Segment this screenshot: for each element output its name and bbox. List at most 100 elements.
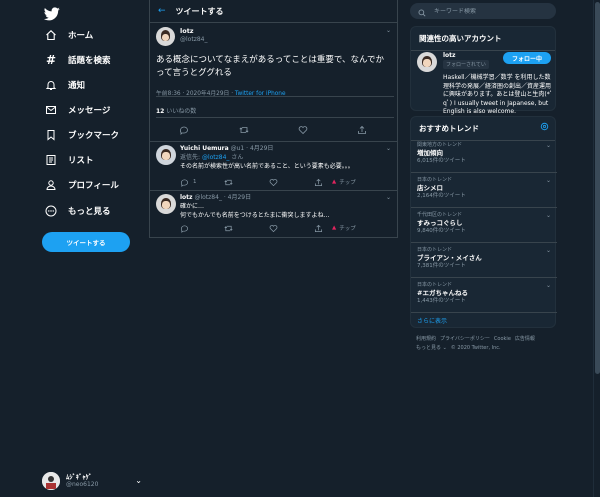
trend-name: 増加傾向 xyxy=(417,149,443,157)
tip-icon: ▲ xyxy=(332,179,337,185)
avatar[interactable] xyxy=(156,145,176,165)
trend-item[interactable]: 日本のトレンド ブライアン・メイさん 7,381件のツイート ⌄ xyxy=(411,243,557,278)
like-icon[interactable] xyxy=(269,177,278,187)
reply-header: lotz @lotz84_ · 4月29日 xyxy=(180,194,392,202)
nav-messages-label: メッセージ xyxy=(68,106,111,116)
chevron-down-icon[interactable]: ⌄ xyxy=(386,27,391,34)
trend-context: 日本のトレンド xyxy=(417,247,453,253)
trend-name: 店シメロ xyxy=(417,184,443,192)
trend-item[interactable]: 日本のトレンド 店シメロ 2,164件のツイート ⌄ xyxy=(411,173,557,208)
chevron-down-icon[interactable]: ⌄ xyxy=(546,177,551,184)
author-handle[interactable]: @u1 xyxy=(231,145,245,152)
nav-home[interactable]: ホーム xyxy=(44,24,93,46)
nav-messages[interactable]: メッセージ xyxy=(44,99,110,121)
nav-notifications[interactable]: 通知 xyxy=(44,74,85,96)
account-name: ﾑｼﾞｷﾞｬｹﾞ xyxy=(66,473,92,481)
reply-to-line: 返信先: @lotz84_ さん xyxy=(180,153,392,162)
like-icon[interactable] xyxy=(269,223,278,233)
chevron-down-icon[interactable]: ⌄ xyxy=(546,142,551,149)
footer-link-terms[interactable]: 利用規約 xyxy=(416,336,436,342)
reply-to-prefix: 返信先: xyxy=(180,154,202,161)
author-name[interactable]: lotz xyxy=(180,194,193,201)
chevron-down-icon[interactable]: ⌄ xyxy=(546,247,551,254)
retweet-icon[interactable] xyxy=(238,124,250,136)
show-more-trends-link[interactable]: さらに表示 xyxy=(417,316,447,325)
reply-icon[interactable]: 1 xyxy=(180,177,197,187)
avatar[interactable] xyxy=(156,194,176,214)
divider xyxy=(156,117,394,118)
trend-item[interactable]: 関東地方のトレンド 増加傾向 6,015件のツイート ⌄ xyxy=(411,138,557,173)
nav-lists[interactable]: リスト xyxy=(44,149,94,171)
hashtag-icon: # xyxy=(45,53,57,67)
trend-name: ブライアン・メイさん xyxy=(417,254,482,262)
divider xyxy=(156,96,394,97)
footer: 利用規約 プライバシーポリシー Cookie 広告情報 もっと見る ⌄ © 2020 T… xyxy=(416,335,556,353)
share-icon[interactable] xyxy=(314,223,323,233)
home-icon xyxy=(44,28,58,42)
like-icon[interactable] xyxy=(297,124,309,136)
divider xyxy=(150,141,397,142)
nav-profile[interactable]: プロフィール xyxy=(44,174,119,196)
main-tweet-actions xyxy=(150,124,397,136)
trend-context: 関東地方のトレンド xyxy=(417,142,463,148)
reply-icon[interactable] xyxy=(180,223,189,233)
retweet-icon[interactable] xyxy=(224,223,233,233)
reply-icon[interactable] xyxy=(178,124,190,136)
tweet-date[interactable]: · 4月29日 xyxy=(222,194,251,201)
tweet-button[interactable]: ツイートする xyxy=(42,232,130,252)
nav-more[interactable]: もっと見る xyxy=(44,200,111,222)
trends-card: おすすめトレンド 関東地方のトレンド 増加傾向 6,015件のツイート ⌄ 日本… xyxy=(410,116,557,328)
avatar[interactable] xyxy=(417,52,437,72)
tweet-date[interactable]: · 4月29日 xyxy=(244,145,273,152)
author-name[interactable]: Yuichi Uemura xyxy=(180,145,229,152)
share-icon[interactable] xyxy=(356,124,368,136)
author-name[interactable]: lotz xyxy=(180,27,207,36)
footer-link-privacy[interactable]: プライバシーポリシー xyxy=(440,336,490,342)
scrollbar[interactable] xyxy=(593,0,600,497)
chevron-down-icon[interactable]: ⌄ xyxy=(546,212,551,219)
copyright: © 2020 Twitter, Inc. xyxy=(450,345,501,351)
trend-context: 日本のトレンド xyxy=(417,177,453,183)
settings-gear-icon[interactable] xyxy=(540,122,549,133)
nav-explore[interactable]: # 話題を検索 xyxy=(44,49,111,71)
nav-explore-label: 話題を検索 xyxy=(68,56,111,66)
reply-tweet[interactable]: lotz @lotz84_ · 4月29日 確かに… 何でもかんでも名前をつける… xyxy=(156,194,394,226)
tweet-text: ある概念についてなまえがあるってことは重要で、なんでかって言うとググれる xyxy=(156,55,385,78)
retweet-icon[interactable] xyxy=(224,177,233,187)
twitter-logo-icon[interactable] xyxy=(43,6,60,21)
footer-link-cookie[interactable]: Cookie xyxy=(494,336,511,342)
tweet-text-line2: 何でもかんでも名前をつけるとたまに衝突しますよね… xyxy=(180,212,330,219)
chevron-down-icon[interactable]: ⌄ xyxy=(546,282,551,289)
search-icon xyxy=(418,2,426,21)
nav-bookmarks-label: ブックマーク xyxy=(68,131,120,141)
reply-to-handle[interactable]: @lotz84_ xyxy=(202,154,229,161)
author-handle[interactable]: @lotz84_ xyxy=(194,194,221,201)
related-account-name[interactable]: lotz xyxy=(443,52,456,59)
chevron-down-icon[interactable]: ⌄ xyxy=(386,145,391,152)
tip-button[interactable]: ▲ チップ xyxy=(332,177,356,187)
tip-button[interactable]: ▲ チップ xyxy=(332,223,356,233)
trend-item[interactable]: 千代田区のトレンド すみっコぐらし 9,840件のツイート ⌄ xyxy=(411,208,557,243)
share-icon[interactable] xyxy=(314,177,323,187)
trend-item[interactable]: 日本のトレンド #エガちゃんねる 1,443件のツイート ⌄ xyxy=(411,278,557,313)
following-button[interactable]: フォロー中 xyxy=(503,52,551,64)
footer-more-link[interactable]: もっと見る ⌄ xyxy=(416,345,447,351)
account-switcher[interactable]: ﾑｼﾞｷﾞｬｹﾞ @neo6120 ⌄ xyxy=(42,470,142,492)
chevron-down-icon[interactable]: ⌄ xyxy=(386,194,391,201)
account-handle: @neo6120 xyxy=(66,481,99,488)
avatar[interactable] xyxy=(156,27,175,46)
search-input[interactable] xyxy=(434,7,544,15)
search-box[interactable] xyxy=(410,3,556,19)
mail-icon xyxy=(44,103,58,117)
trends-title: おすすめトレンド xyxy=(419,124,479,133)
likes-label: いいねの数 xyxy=(164,108,197,115)
scrollbar-thumb[interactable] xyxy=(595,2,600,374)
footer-link-ads[interactable]: 広告情報 xyxy=(515,336,535,342)
reply-actions: ▲ チップ xyxy=(180,223,366,233)
more-icon xyxy=(44,204,58,218)
tip-label: チップ xyxy=(339,226,356,232)
back-arrow-icon[interactable]: ← xyxy=(158,6,166,16)
author-handle[interactable]: @lotz84_ xyxy=(180,36,207,44)
nav-bookmarks[interactable]: ブックマーク xyxy=(44,124,119,146)
likes-count[interactable]: 12 いいねの数 xyxy=(156,106,196,115)
